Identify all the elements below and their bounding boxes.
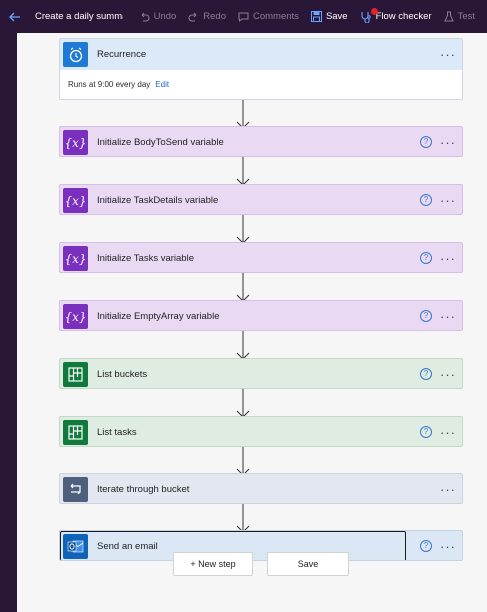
step-title: Initialize Tasks variable <box>97 253 194 264</box>
help-icon[interactable]: ? <box>420 252 432 264</box>
back-arrow-icon <box>9 12 20 21</box>
step-list-tasks[interactable]: List tasks ? ··· <box>59 416 463 447</box>
step-title: Initialize BodyToSend variable <box>97 137 224 148</box>
undo-icon <box>141 12 149 21</box>
undo-button[interactable]: Undo <box>139 11 177 22</box>
step-title: List buckets <box>97 369 148 380</box>
step-title: Iterate through bucket <box>97 484 190 495</box>
more-options-button[interactable]: ··· <box>440 359 456 388</box>
step-init-taskdetails[interactable]: {x} Initialize TaskDetails variable ? ··… <box>59 184 463 215</box>
connector-arrow <box>236 215 250 244</box>
comments-label: Comments <box>253 11 299 22</box>
step-title: List tasks <box>97 427 137 438</box>
variable-icon: {x} <box>63 130 88 155</box>
step-title: Recurrence <box>97 49 147 60</box>
flask-icon <box>443 11 454 22</box>
new-step-button[interactable]: + New step <box>173 552 253 576</box>
back-button[interactable] <box>9 12 25 22</box>
step-list-buckets[interactable]: List buckets ? ··· <box>59 358 463 389</box>
redo-button[interactable]: Redo <box>188 11 226 22</box>
stethoscope-icon <box>361 11 371 23</box>
step-init-tasks[interactable]: {x} Initialize Tasks variable ? ··· <box>59 242 463 273</box>
flow-checker-button[interactable]: Flow checker <box>360 7 432 23</box>
help-icon[interactable]: ? <box>420 310 432 322</box>
more-options-button[interactable]: ··· <box>440 474 456 503</box>
more-options-button[interactable]: ··· <box>440 531 456 560</box>
test-button[interactable]: Test <box>443 11 475 22</box>
step-title: Send an email <box>97 541 158 552</box>
step-title: Initialize EmptyArray variable <box>97 311 220 322</box>
flow-checker-label: Flow checker <box>375 11 432 22</box>
save-toolbar-label: Save <box>325 11 348 22</box>
help-icon[interactable]: ? <box>420 368 432 380</box>
help-icon[interactable]: ? <box>420 540 432 552</box>
connector-arrow <box>236 331 250 360</box>
variable-icon: {x} <box>63 246 88 271</box>
outlook-icon <box>63 534 88 559</box>
undo-label: Undo <box>153 11 177 22</box>
test-label: Test <box>457 11 475 22</box>
step-recurrence[interactable]: Recurrence ··· Runs at 9:00 every day Edi… <box>59 38 463 100</box>
step-init-bodytosend[interactable]: {x} Initialize BodyToSend variable ? ··· <box>59 126 463 157</box>
redo-icon <box>188 12 197 21</box>
recurrence-summary: Runs at 9:00 every day Edit <box>60 70 462 99</box>
more-options-button[interactable]: ··· <box>440 127 456 156</box>
more-options-button[interactable]: ··· <box>440 185 456 214</box>
help-icon[interactable]: ? <box>420 194 432 206</box>
help-icon[interactable]: ? <box>420 136 432 148</box>
variable-icon: {x} <box>63 188 88 213</box>
save-button[interactable]: Save <box>267 552 349 576</box>
save-icon <box>310 11 322 22</box>
step-header[interactable]: Recurrence ··· <box>60 39 462 70</box>
help-icon[interactable]: ? <box>420 426 432 438</box>
variable-icon: {x} <box>63 304 88 329</box>
connector-arrow <box>236 157 250 186</box>
loop-icon <box>63 477 88 502</box>
clock-icon <box>63 42 88 67</box>
step-iterate-bucket[interactable]: Iterate through bucket ··· <box>59 473 463 504</box>
step-init-emptyarray[interactable]: {x} Initialize EmptyArray variable ? ··· <box>59 300 463 331</box>
redo-label: Redo <box>203 11 226 22</box>
more-options-button[interactable]: ··· <box>440 417 456 446</box>
more-options-button[interactable]: ··· <box>440 243 456 272</box>
error-dot <box>370 7 378 15</box>
step-send-email[interactable]: Send an email ? ··· <box>59 530 463 561</box>
connector-arrow <box>236 389 250 418</box>
recurrence-text: Runs at 9:00 every day <box>68 80 151 89</box>
top-toolbar: Create a daily summary Undo Redo Comment… <box>0 0 487 33</box>
planner-icon <box>63 420 88 445</box>
flow-name[interactable]: Create a daily summary <box>35 11 123 22</box>
recurrence-edit-link[interactable]: Edit <box>155 80 169 89</box>
planner-icon <box>63 362 88 387</box>
comments-button[interactable]: Comments <box>238 11 299 22</box>
save-toolbar-button[interactable]: Save <box>310 11 348 22</box>
connector-arrow <box>236 273 250 302</box>
more-options-button[interactable]: ··· <box>440 39 456 70</box>
more-options-button[interactable]: ··· <box>440 301 456 330</box>
comment-icon <box>238 12 249 22</box>
step-title: Initialize TaskDetails variable <box>97 195 219 206</box>
